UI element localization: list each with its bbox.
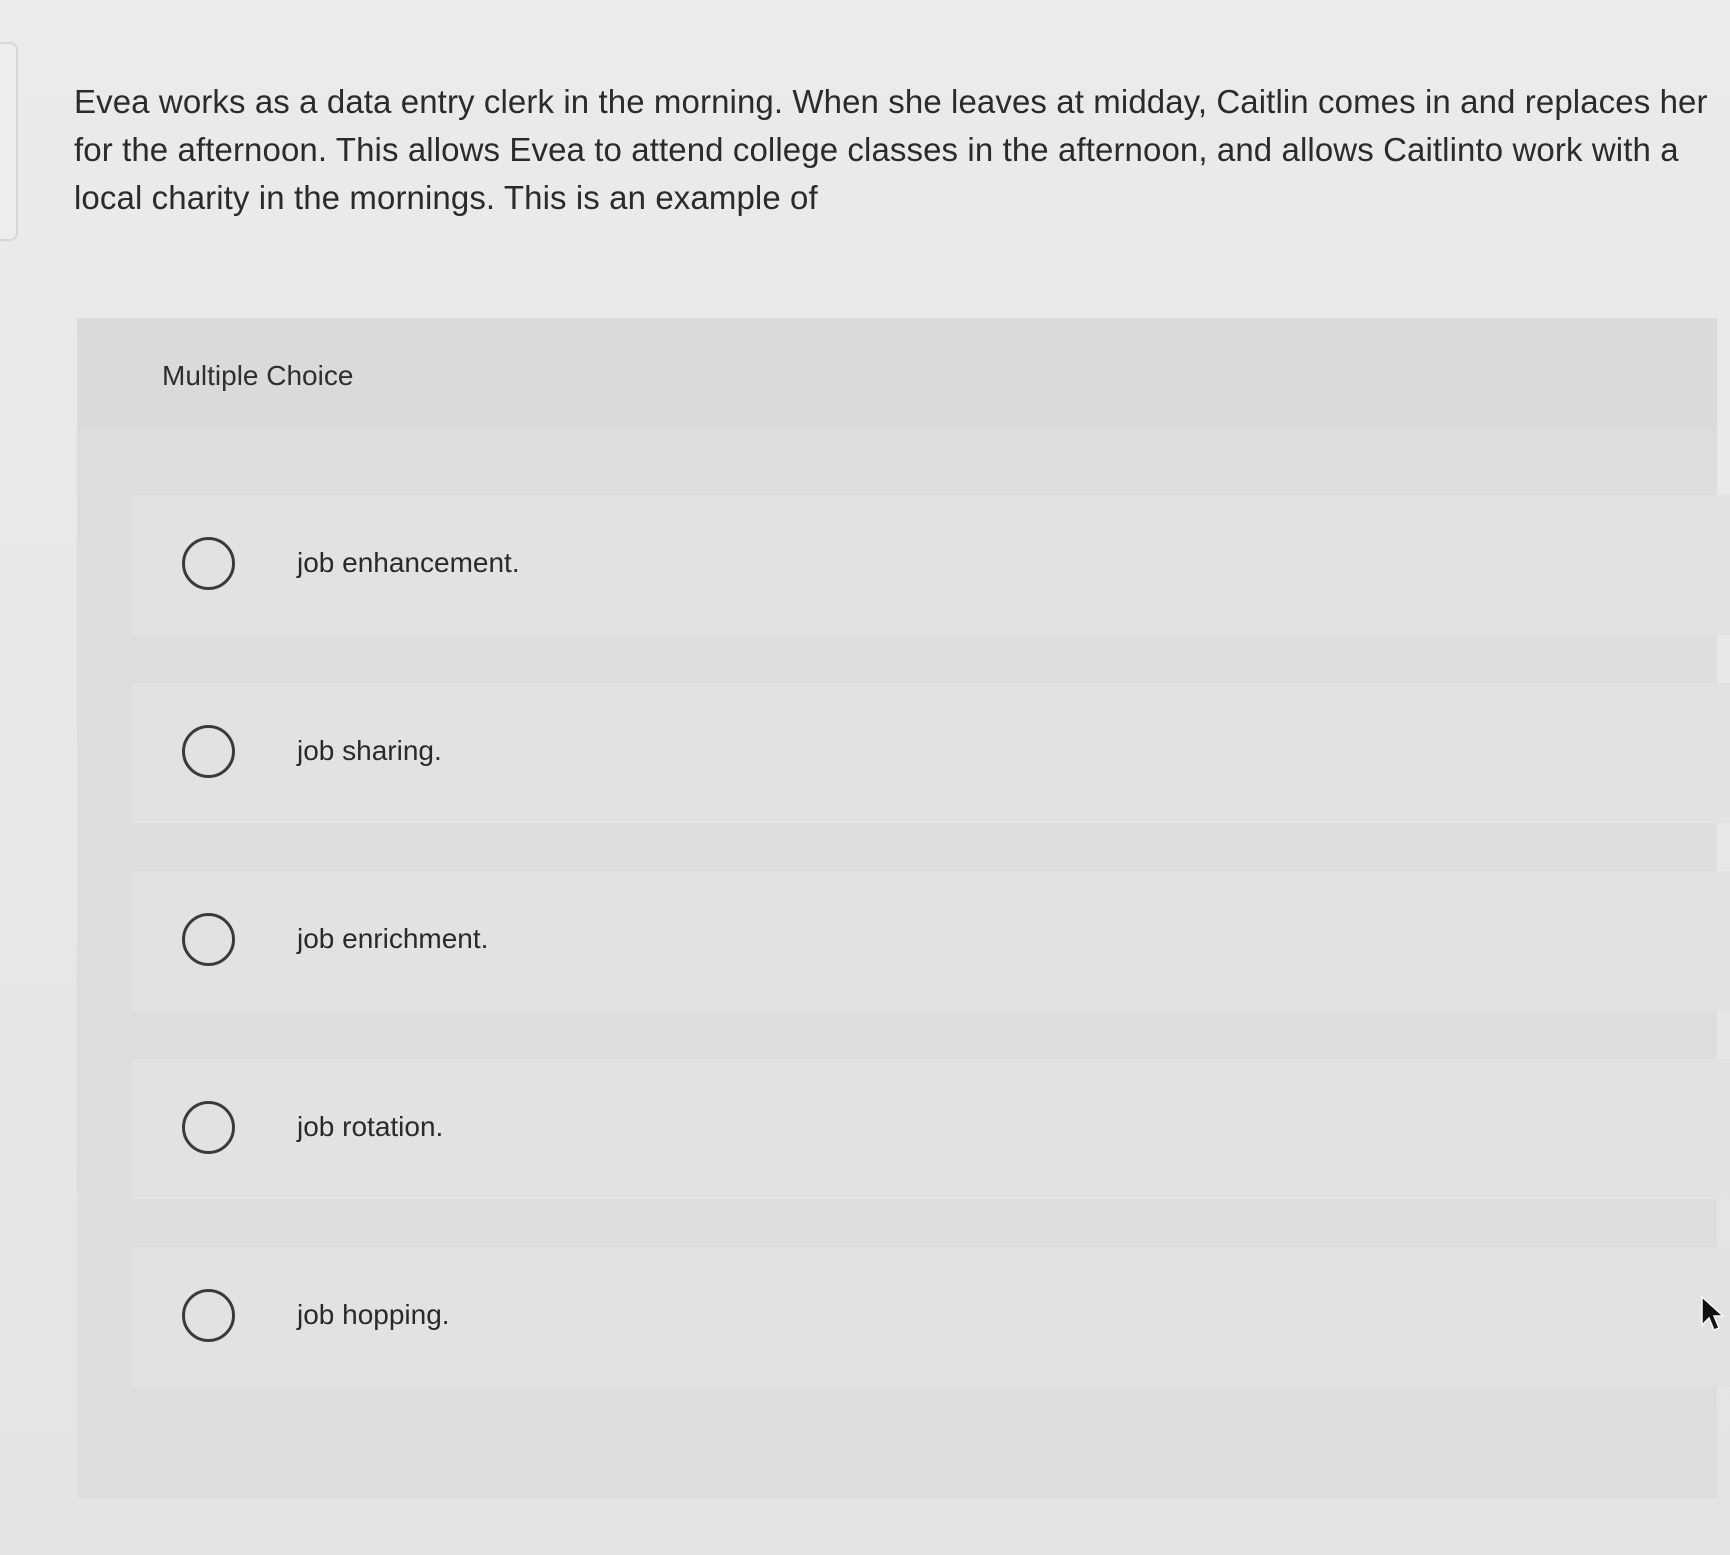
quiz-page: Evea works as a data entry clerk in the … [0, 0, 1730, 1555]
radio-empty-icon[interactable] [182, 1101, 235, 1154]
mouse-pointer-icon [1701, 1296, 1724, 1331]
radio-empty-icon[interactable] [182, 1289, 235, 1342]
choice-header: Multiple Choice [77, 318, 1717, 430]
answer-option[interactable]: job sharing. [132, 683, 1730, 823]
multiple-choice-panel: Multiple Choice job enhancement. job sha… [77, 318, 1730, 1498]
answer-option-label: job enhancement. [297, 547, 520, 578]
answer-options: job enhancement. job sharing. job enrich… [132, 495, 1730, 1435]
radio-empty-icon[interactable] [182, 913, 235, 966]
answer-option-label: job enrichment. [297, 923, 489, 954]
left-edge-card [0, 42, 18, 241]
radio-empty-icon[interactable] [182, 725, 235, 778]
answer-option[interactable]: job rotation. [132, 1059, 1730, 1199]
answer-option-label: job rotation. [297, 1111, 444, 1142]
question-text: Evea works as a data entry clerk in the … [74, 83, 1708, 216]
answer-option[interactable]: job hopping. [132, 1247, 1730, 1387]
answer-option[interactable]: job enrichment. [132, 871, 1730, 1011]
answer-option[interactable]: job enhancement. [132, 495, 1730, 635]
answer-option-label: job hopping. [297, 1299, 450, 1330]
multiple-choice-label: Multiple Choice [162, 360, 354, 391]
answer-option-label: job sharing. [297, 735, 442, 766]
radio-empty-icon[interactable] [182, 537, 235, 590]
